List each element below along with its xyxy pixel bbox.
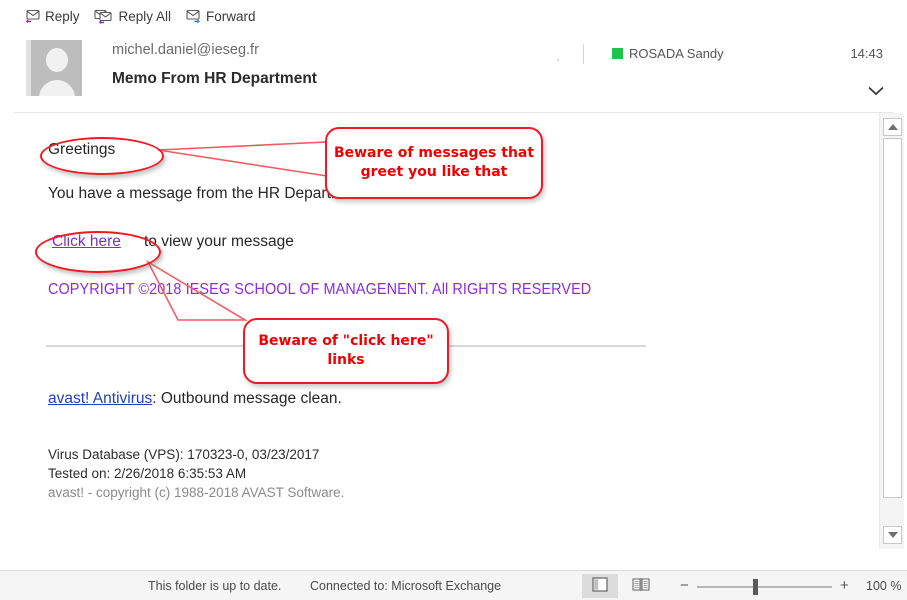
message-header: michel.daniel@ieseg.fr Memo From HR Depa… <box>0 32 907 110</box>
zoom-in-button[interactable]: + <box>840 578 849 594</box>
message-body-pane: Greetings You have a message from the HR… <box>14 112 893 550</box>
avast-status-text: : Outbound message clean. <box>152 390 342 407</box>
avast-signature-line: avast! Antivirus: Outbound message clean… <box>48 390 342 408</box>
zoom-level-label: 100 % <box>866 578 902 593</box>
body-horizontal-rule <box>46 345 646 347</box>
presence-status-icon <box>612 48 623 59</box>
avast-copyright-line: avast! - copyright (c) 1988-2018 AVAST S… <box>48 485 345 500</box>
zoom-out-button[interactable]: − <box>680 578 689 593</box>
avatar-head <box>45 48 68 72</box>
normal-view-icon <box>592 577 608 595</box>
chevron-down-icon[interactable] <box>867 84 885 102</box>
triangle-down-icon <box>887 532 898 538</box>
page-title: Memo From HR Department <box>112 70 317 87</box>
scrollbar-thumb[interactable] <box>883 138 902 498</box>
virus-database-line: Virus Database (VPS): 170323-0, 03/23/20… <box>48 447 320 462</box>
message-time: 14:43 <box>850 46 883 61</box>
reading-view-icon <box>632 577 650 595</box>
reply-icon <box>24 9 41 24</box>
body-message-line: You have a message from the HR Departmen… <box>48 185 366 202</box>
sender-email[interactable]: michel.daniel@ieseg.fr <box>112 42 259 58</box>
reply-all-label: Reply All <box>118 8 172 24</box>
click-here-rest: to view your message <box>144 233 294 250</box>
reading-view-button[interactable] <box>624 574 658 598</box>
zoom-slider-handle[interactable] <box>753 579 758 595</box>
message-body-content: Greetings You have a message from the HR… <box>14 113 869 550</box>
reply-label: Reply <box>45 8 80 24</box>
scroll-down-arrow-icon[interactable] <box>883 526 902 544</box>
avatar-body <box>38 80 75 96</box>
status-bar: This folder is up to date. Connected to:… <box>0 570 907 600</box>
normal-view-button[interactable] <box>582 574 618 598</box>
body-copyright: COPYRIGHT ©2018 IESEG SCHOOL OF MANAGENE… <box>48 281 592 298</box>
recipient[interactable]: ROSADA Sandy <box>612 46 724 61</box>
folder-status-text: This folder is up to date. <box>148 578 282 593</box>
reply-all-button[interactable]: Reply All <box>93 8 172 24</box>
connection-status-text: Connected to: Microsoft Exchange <box>310 578 502 593</box>
tested-on-line: Tested on: 2/26/2018 6:35:53 AM <box>48 466 247 481</box>
forward-label: Forward <box>206 8 256 24</box>
reply-toolbar: Reply Reply All Forward <box>0 0 907 32</box>
avast-antivirus-link[interactable]: avast! Antivirus <box>48 390 152 407</box>
body-greeting: Greetings <box>48 141 116 158</box>
header-divider <box>583 44 584 64</box>
triangle-up-icon <box>887 124 898 130</box>
recipient-name: ROSADA Sandy <box>629 46 724 61</box>
vertical-scrollbar[interactable] <box>879 113 904 549</box>
forward-icon <box>185 9 202 24</box>
avatar <box>26 40 82 96</box>
forward-button[interactable]: Forward <box>185 9 256 24</box>
zoom-slider-track[interactable] <box>697 586 832 588</box>
reply-button[interactable]: Reply <box>24 9 80 24</box>
reply-all-icon <box>93 9 115 24</box>
avast-details-block: Virus Database (VPS): 170323-0, 03/23/20… <box>48 445 344 502</box>
header-separator-dot: · <box>556 52 560 66</box>
scroll-up-arrow-icon[interactable] <box>883 118 902 136</box>
click-here-link[interactable]: Click here <box>52 233 121 251</box>
